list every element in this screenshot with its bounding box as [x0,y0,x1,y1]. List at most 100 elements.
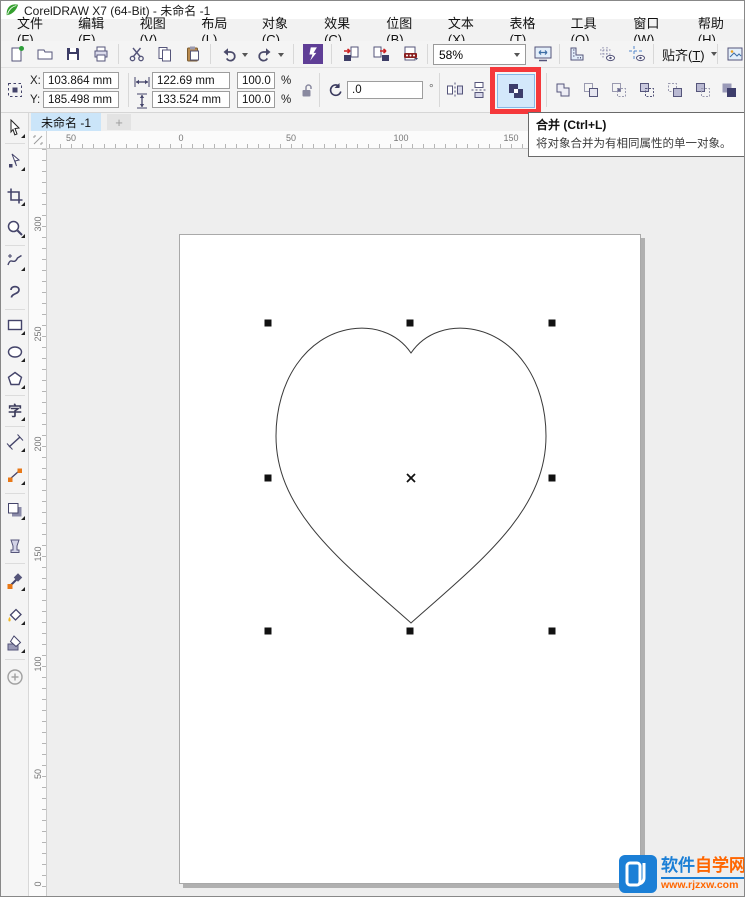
propbar-separator [439,73,440,107]
object-width-field[interactable]: 122.69 mm [152,72,230,89]
print-button[interactable] [89,42,113,66]
document-tab-active[interactable]: 未命名 -1 [31,113,101,131]
undo-dropdown[interactable] [241,51,249,59]
dropdown-arrow-icon [514,53,520,57]
lock-ratio-button[interactable] [295,78,319,102]
drawing-area[interactable] [47,149,745,897]
toolbox-separator [5,493,25,494]
combine-button[interactable] [497,74,535,108]
copy-button[interactable] [153,42,177,66]
save-button[interactable] [61,42,85,66]
import-button[interactable] [339,42,363,66]
cut-button[interactable] [125,42,149,66]
object-width-icon [133,73,151,91]
intersect-icon [610,81,628,99]
hruler-label: 50 [66,133,76,143]
text-tool[interactable]: 字 [3,399,27,423]
weld-button[interactable] [551,78,575,102]
degree-label: ° [429,83,434,95]
scale-vertical-field[interactable]: 100.0 [237,91,275,108]
vruler-label: 50 [32,765,44,783]
rotation-angle-field[interactable]: .0 [347,81,423,99]
simplify-button[interactable] [635,78,659,102]
curve-tool[interactable] [3,281,27,305]
snap-to-dropdown[interactable]: 贴齐(T) [656,43,723,65]
trim-icon [582,81,600,99]
transparency-tool[interactable] [3,535,27,559]
redo-button[interactable] [253,42,277,66]
mirror-horizontal-icon [446,81,464,99]
redo-dropdown[interactable] [277,51,285,59]
toolbox-separator [5,659,25,660]
zoom-tool[interactable] [3,216,27,240]
intersect-button[interactable] [607,78,631,102]
show-rulers-button[interactable] [565,42,589,66]
flyout-arrow-icon [21,649,25,653]
spiral-curve-icon [6,284,24,302]
scale-horizontal-field[interactable]: 100.0 [237,72,275,89]
export-button[interactable] [369,42,393,66]
ellipse-tool[interactable] [3,340,27,364]
drop-shadow-tool[interactable] [3,498,27,522]
color-eyedropper-tool[interactable] [3,569,27,593]
rotation-icon [326,81,344,99]
undo-button[interactable] [217,42,241,66]
propbar-separator [128,73,129,107]
rectangle-tool[interactable] [3,313,27,337]
zoom-level-combobox[interactable]: 58% [433,44,526,65]
selection-handle [407,320,414,327]
publish-pdf-button[interactable] [399,42,423,66]
fullscreen-preview-button[interactable] [531,42,555,66]
flyout-arrow-icon [21,587,25,591]
fill-tool[interactable] [3,603,27,627]
dropdown-arrow-icon [711,52,717,56]
transparency-glass-icon [6,538,24,556]
show-guidelines-button[interactable] [625,42,649,66]
selection-handle [265,320,272,327]
x-position-field[interactable]: 103.864 mm [43,72,119,89]
open-folder-icon [36,45,54,63]
property-bar: X: 103.864 mm Y: 185.498 mm 122.69 mm 13… [1,68,745,113]
paste-button[interactable] [181,42,205,66]
new-document-tab-button[interactable]: + [107,114,131,130]
ruler-origin-button[interactable] [29,131,47,149]
mirror-horizontal-button[interactable] [443,78,467,102]
mirror-vertical-button[interactable] [467,78,491,102]
trim-button[interactable] [579,78,603,102]
vertical-ruler[interactable]: 300 250 200 150 100 50 0 [29,149,47,897]
flyout-arrow-icon [21,621,25,625]
crop-tool[interactable] [3,184,27,208]
percent-label: % [281,75,291,87]
y-position-label: Y: [30,94,40,106]
back-minus-front-icon [694,81,712,99]
watermark: 软件自学网 www.rjzxw.com [619,852,745,896]
shape-tool[interactable] [3,149,27,173]
y-position-field[interactable]: 185.498 mm [43,91,119,108]
polygon-tool[interactable] [3,367,27,391]
launcher-icon [303,44,323,64]
freehand-tool[interactable] [3,249,27,273]
toolbox-separator [5,563,25,564]
front-minus-back-button[interactable] [663,78,687,102]
object-height-field[interactable]: 133.524 mm [152,91,230,108]
ruler-origin-icon [32,134,44,146]
flyout-arrow-icon [21,516,25,520]
connector-tool[interactable] [3,463,27,487]
show-grid-button[interactable] [595,42,619,66]
options-button[interactable] [723,42,745,66]
create-boundary-button[interactable] [717,78,741,102]
open-button[interactable] [33,42,57,66]
selection-handle [549,320,556,327]
watermark-brand: 软件自学网 [661,856,745,879]
new-document-button[interactable] [5,42,29,66]
application-launcher-button[interactable] [301,42,325,66]
pick-tool[interactable] [3,116,27,140]
add-tools-button[interactable] [3,665,27,689]
watermark-text: 软件自学网 www.rjzxw.com [661,856,745,892]
create-boundary-icon [720,81,738,99]
interactive-fill-tool[interactable] [3,631,27,655]
toolbar-separator [653,44,654,64]
dimension-tool[interactable] [3,430,27,454]
heart-curve-object[interactable] [276,328,546,623]
back-minus-front-button[interactable] [691,78,715,102]
